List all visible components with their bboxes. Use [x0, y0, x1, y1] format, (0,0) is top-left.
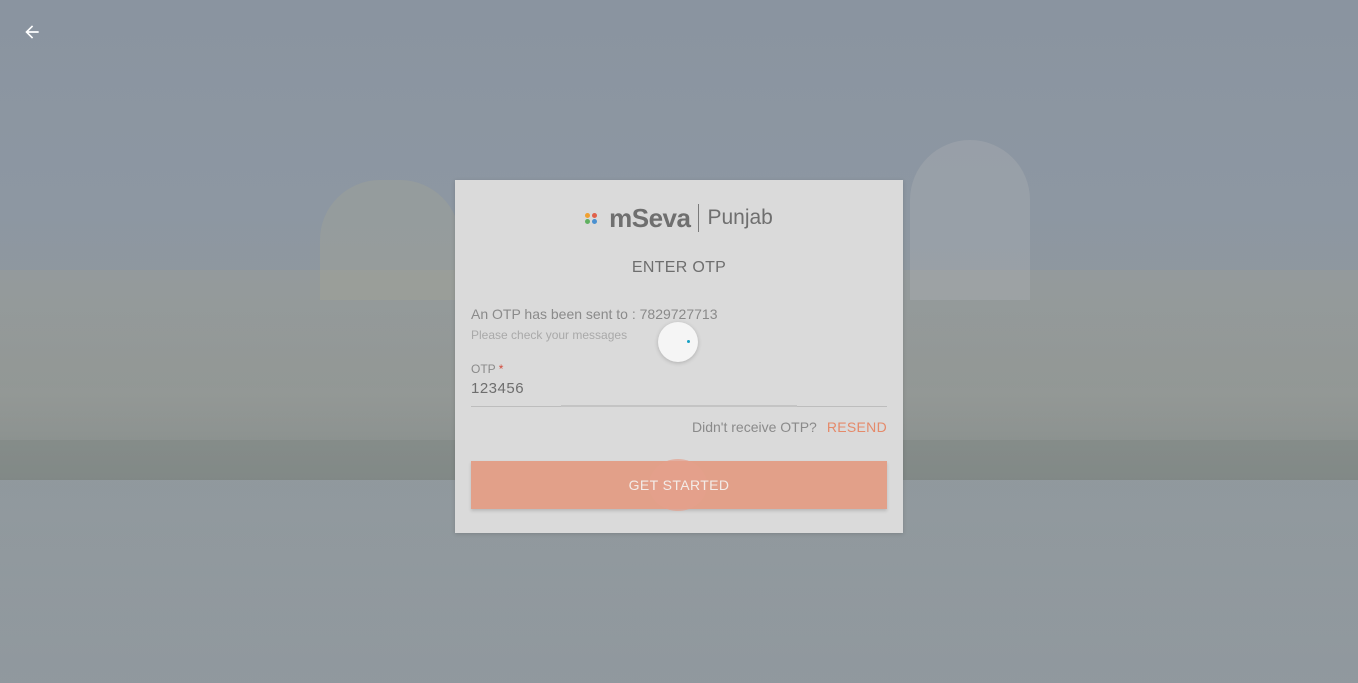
resend-question: Didn't receive OTP? [692, 419, 817, 435]
brand-name: mSeva [609, 202, 691, 233]
logo-dot [585, 212, 591, 218]
back-button[interactable] [16, 16, 48, 48]
logo-dot [592, 218, 598, 224]
spinner-arc-icon [687, 340, 690, 343]
otp-sent-prefix: An OTP has been sent to : [471, 306, 636, 322]
brand-state: Punjab [707, 206, 773, 229]
otp-sent-message: An OTP has been sent to : 7829727713 [471, 306, 718, 322]
get-started-label: GET STARTED [628, 477, 730, 493]
check-messages-hint: Please check your messages [471, 328, 628, 342]
required-marker: * [498, 362, 504, 376]
phone-number: 7829727713 [639, 306, 718, 322]
logo-dot [585, 218, 591, 224]
mseva-logo: mSeva Punjab [455, 202, 903, 234]
loading-spinner [658, 322, 698, 362]
otp-card: mSeva Punjab ENTER OTP An OTP has been s… [455, 180, 903, 533]
page-title: ENTER OTP [631, 259, 727, 276]
resend-row: Didn't receive OTP? RESEND [692, 419, 887, 435]
logo-dots-icon [585, 212, 605, 224]
arrow-left-icon [25, 25, 39, 39]
resend-link[interactable]: RESEND [827, 419, 887, 435]
right-dome [910, 140, 1030, 300]
otp-input-focus-bar [561, 405, 797, 407]
left-tower [320, 180, 460, 300]
otp-label-text: OTP [471, 362, 496, 376]
brand-divider [698, 204, 700, 232]
otp-input[interactable] [471, 376, 887, 400]
otp-field-label: OTP * [471, 362, 503, 376]
logo-dot [592, 212, 598, 218]
